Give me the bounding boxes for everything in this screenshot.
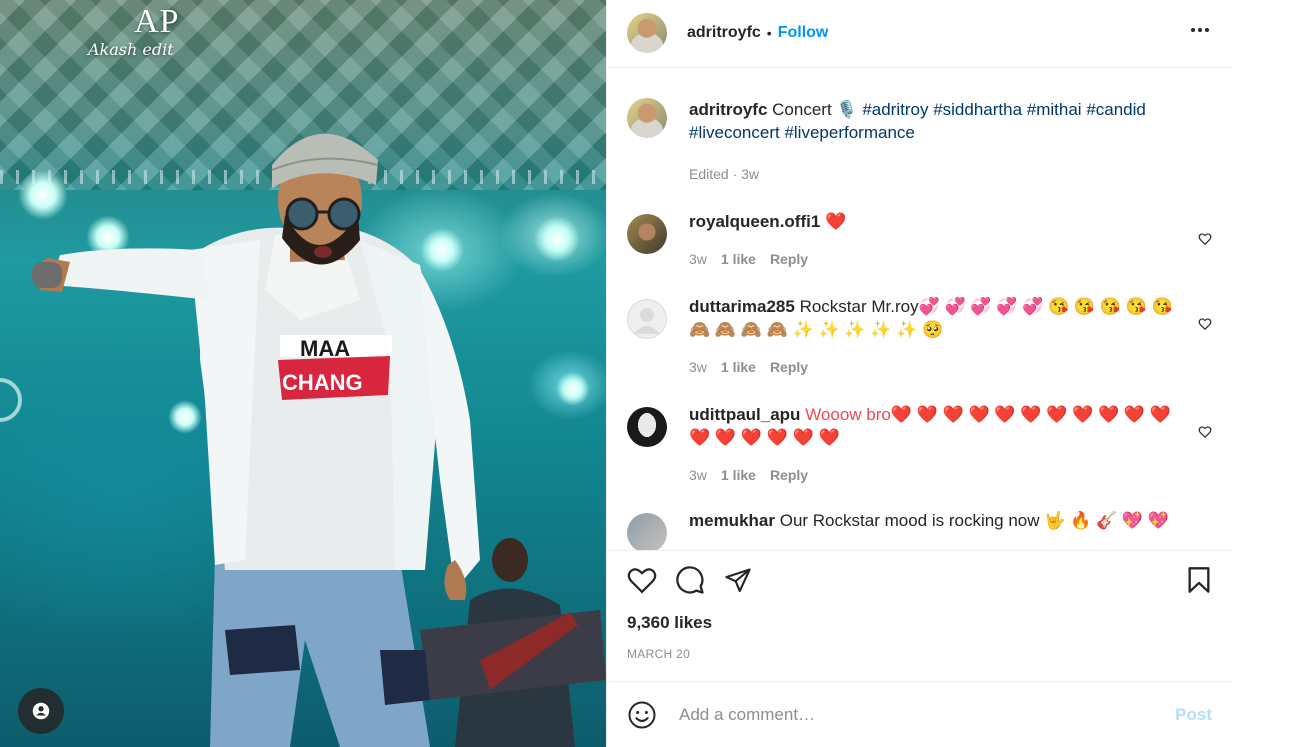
comment-icon — [676, 566, 704, 594]
caption-text: adritroyfc Concert 🎙️ #adritroy #siddhar… — [689, 98, 1212, 144]
hashtag[interactable]: #siddhartha — [933, 100, 1022, 119]
author-avatar[interactable] — [627, 13, 667, 54]
comment-item: memukhar Our Rockstar mood is rocking no… — [627, 509, 1212, 550]
comment-item: duttarima285 Rockstar Mr.roy💞 💞 💞 💞 💞 😘 … — [627, 295, 1212, 375]
shirt-print-top: MAA — [300, 336, 350, 361]
comment-button[interactable] — [675, 565, 705, 595]
comment-meta: 3w 1 like Reply — [689, 251, 1182, 267]
hashtag[interactable]: #mithai — [1027, 100, 1082, 119]
caption: adritroyfc Concert 🎙️ #adritroy #siddhar… — [627, 97, 1212, 182]
follow-button[interactable]: Follow — [778, 24, 829, 42]
watermark-subtitle: Akash edit — [88, 40, 174, 59]
comment-meta: 3w 1 like Reply — [689, 467, 1182, 483]
post-details-panel: adritroyfc • Follow adritroyfc Concert 🎙… — [606, 0, 1232, 747]
commenter-avatar[interactable] — [627, 512, 667, 550]
likes-count[interactable]: 9,360 likes — [607, 613, 1232, 633]
commenter-avatar[interactable] — [627, 298, 667, 339]
save-button[interactable] — [1186, 566, 1212, 594]
comment-body-line2: ❤️ ❤️ ❤️ ❤️ ❤️ ❤️ — [689, 427, 840, 447]
comment-body: Our Rockstar mood is rocking now 🤟 🔥 🎸 💖… — [779, 510, 1169, 530]
commenter-username[interactable]: royalqueen.offi1 — [689, 212, 820, 231]
tagged-users-button[interactable] — [18, 688, 64, 734]
watermark-logo: AP — [134, 3, 180, 40]
singer-illustration: MAA CHANG — [0, 133, 606, 747]
comment-text: duttarima285 Rockstar Mr.roy💞 💞 💞 💞 💞 😘 … — [689, 295, 1182, 341]
comment-likes[interactable]: 1 like — [721, 359, 756, 375]
reply-button[interactable]: Reply — [770, 467, 808, 483]
hashtag[interactable]: #liveperformance — [784, 123, 914, 142]
caption-username[interactable]: adritroyfc — [689, 100, 767, 119]
bookmark-icon — [1188, 567, 1210, 593]
hashtag[interactable]: #adritroy — [862, 100, 928, 119]
caption-body: Concert 🎙️ — [772, 99, 858, 119]
comment-item: royalqueen.offi1 ❤️ 3w 1 like Reply — [627, 210, 1212, 267]
more-options-button[interactable] — [1188, 18, 1212, 48]
post-comment-button[interactable]: Post — [1175, 705, 1212, 725]
shirt-print-bottom: CHANG — [282, 370, 363, 395]
more-horizontal-icon — [1191, 28, 1209, 33]
commenter-avatar[interactable] — [627, 213, 667, 254]
watermark: AP Akash edit — [58, 3, 180, 60]
comment-likes[interactable]: 1 like — [721, 467, 756, 483]
comment-input[interactable] — [677, 703, 1176, 726]
send-icon — [725, 568, 751, 593]
comment-time[interactable]: 3w — [689, 251, 707, 267]
comment-item: udittpaul_apu Wooow bro❤️ ❤️ ❤️ ❤️ ❤️ ❤️… — [627, 403, 1212, 483]
author-username[interactable]: adritroyfc — [687, 24, 761, 42]
comment-likes[interactable]: 1 like — [721, 251, 756, 267]
comment-time[interactable]: 3w — [689, 467, 707, 483]
caption-edited-time: Edited · 3w — [689, 165, 760, 182]
comment-text: memukhar Our Rockstar mood is rocking no… — [689, 509, 1182, 532]
hashtag[interactable]: #liveconcert — [689, 123, 780, 142]
commenter-avatar[interactable] — [627, 406, 667, 447]
comment-body: ❤️ — [825, 211, 847, 231]
comment-body: Wooow bro❤️ ❤️ ❤️ ❤️ ❤️ ❤️ ❤️ ❤️ ❤️ ❤️ ❤… — [805, 404, 1171, 424]
action-bar — [607, 549, 1232, 610]
post-media[interactable]: MAA CHANG AP Akash edit — [0, 0, 606, 747]
comment-body: Rockstar Mr.roy💞 💞 💞 💞 💞 😘 😘 😘 😘 😘 — [799, 296, 1173, 316]
instagram-post-modal: MAA CHANG AP Akash edit adritroyfc • Fol… — [0, 0, 1307, 747]
comment-like-icon[interactable] — [1198, 425, 1212, 439]
comments-list[interactable]: adritroyfc Concert 🎙️ #adritroy #siddhar… — [607, 68, 1232, 550]
commenter-username[interactable]: memukhar — [689, 511, 775, 530]
comment-time[interactable]: 3w — [689, 359, 707, 375]
reply-button[interactable]: Reply — [770, 251, 808, 267]
heart-icon — [627, 568, 657, 594]
comment-text: udittpaul_apu Wooow bro❤️ ❤️ ❤️ ❤️ ❤️ ❤️… — [689, 403, 1182, 449]
caption-meta: Edited · 3w — [689, 166, 1212, 182]
header-separator: • — [766, 25, 772, 42]
like-button[interactable] — [627, 566, 657, 594]
comment-meta: 3w 1 like Reply — [689, 359, 1182, 375]
user-tag-icon — [32, 702, 50, 720]
comment-like-icon[interactable] — [1198, 317, 1212, 331]
reply-button[interactable]: Reply — [770, 359, 808, 375]
emoji-icon — [628, 701, 656, 729]
post-header: adritroyfc • Follow — [607, 0, 1232, 68]
add-comment-bar: Post — [607, 681, 1232, 747]
post-date[interactable]: MARCH 20 — [607, 647, 1232, 661]
comment-text: royalqueen.offi1 ❤️ — [689, 210, 1182, 233]
default-avatar-icon — [634, 307, 660, 334]
hashtag[interactable]: #candid — [1086, 100, 1146, 119]
commenter-username[interactable]: udittpaul_apu — [689, 405, 800, 424]
comment-body-line2: 🙈 🙈 🙈 🙈 ✨ ✨ ✨ ✨ ✨ 🥺 — [689, 319, 944, 339]
commenter-username[interactable]: duttarima285 — [689, 297, 795, 316]
caption-avatar[interactable] — [627, 97, 667, 138]
share-button[interactable] — [723, 566, 753, 594]
emoji-button[interactable] — [627, 700, 657, 730]
comment-like-icon[interactable] — [1198, 232, 1212, 246]
